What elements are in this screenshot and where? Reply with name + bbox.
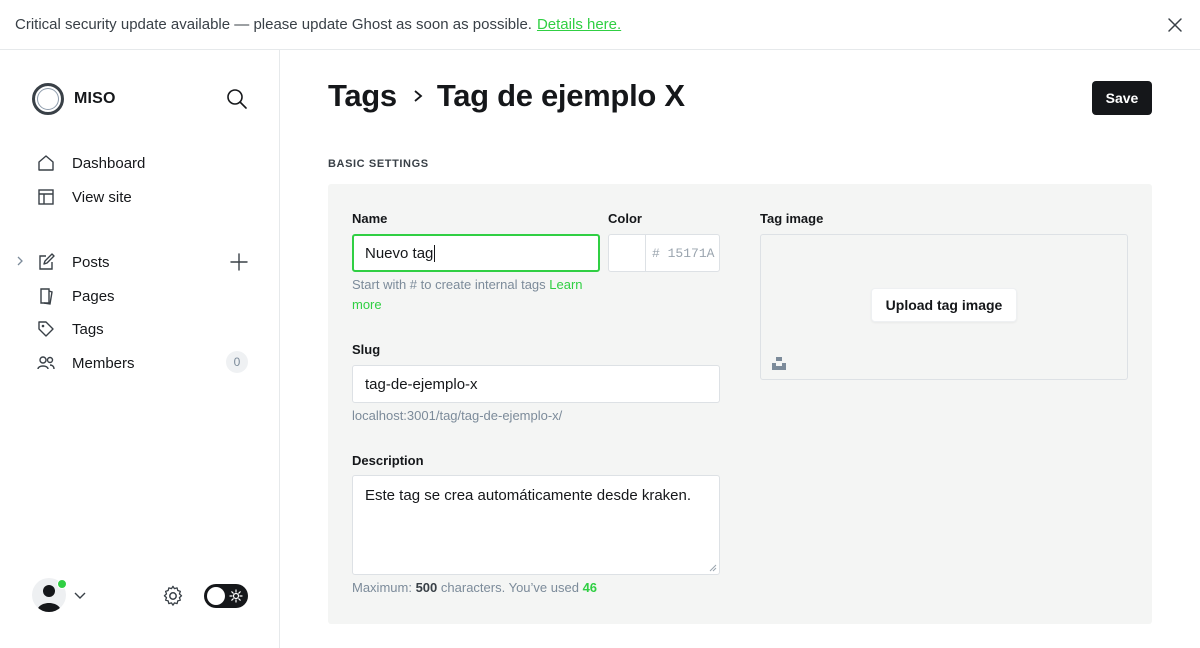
home-icon xyxy=(38,155,54,171)
update-banner: Critical security update available — ple… xyxy=(0,0,1200,50)
settings-panel: Name Nuevo tag Start with # to create in… xyxy=(328,184,1152,624)
color-input[interactable]: # 15171A xyxy=(645,234,720,272)
description-textarea[interactable]: Este tag se crea automáticamente desde k… xyxy=(352,475,720,575)
dark-mode-toggle[interactable] xyxy=(204,584,248,608)
slug-label: Slug xyxy=(352,342,381,357)
section-title: BASIC SETTINGS xyxy=(328,158,429,170)
description-label: Description xyxy=(352,453,424,468)
description-hint: Maximum: 500 characters. You’ve used 46 xyxy=(352,578,597,598)
layout-icon xyxy=(38,189,54,205)
sidebar-item-members[interactable]: Members xyxy=(36,351,135,375)
name-label: Name xyxy=(352,211,388,226)
unsplash-icon[interactable] xyxy=(772,356,786,370)
sidebar-item-label: Pages xyxy=(72,287,115,305)
color-hash: # xyxy=(652,245,660,261)
save-button[interactable]: Save xyxy=(1092,81,1152,115)
slug-input[interactable]: tag-de-ejemplo-x xyxy=(352,365,720,403)
main-content: Tags Tag de ejemplo X Save BASIC SETTING… xyxy=(280,50,1200,648)
page-title: Tag de ejemplo X xyxy=(436,78,685,113)
resize-handle-icon[interactable] xyxy=(709,564,717,572)
sidebar-item-dashboard[interactable]: Dashboard xyxy=(36,151,145,175)
members-count-badge: 0 xyxy=(226,351,248,373)
pen-icon xyxy=(39,253,55,270)
text-caret xyxy=(434,244,436,262)
plus-icon[interactable] xyxy=(229,252,249,272)
desc-used-count: 46 xyxy=(582,580,598,595)
online-status-dot xyxy=(57,579,67,589)
name-input-value: Nuevo tag xyxy=(365,244,434,262)
color-label: Color xyxy=(608,211,642,226)
breadcrumb-tags-link[interactable]: Tags xyxy=(328,78,397,114)
toggle-knob xyxy=(207,587,225,605)
search-icon[interactable] xyxy=(226,88,248,110)
banner-message: Critical security update available — ple… xyxy=(15,16,532,33)
desc-hint-mid: characters. You’ve used xyxy=(440,580,579,595)
sun-icon xyxy=(229,589,243,603)
sidebar-item-label: Members xyxy=(72,354,135,372)
description-value: Este tag se crea automáticamente desde k… xyxy=(365,487,692,504)
name-hint: Start with # to create internal tags Lea… xyxy=(352,275,612,315)
sidebar: MISO Dashboard View site Posts Pages Tag… xyxy=(0,50,280,648)
site-brand[interactable]: MISO xyxy=(32,83,116,115)
tag-icon xyxy=(38,321,54,337)
close-icon[interactable] xyxy=(1166,16,1184,34)
sidebar-item-label: Dashboard xyxy=(72,154,146,172)
site-logo xyxy=(32,83,64,115)
sidebar-item-label: Tags xyxy=(72,320,104,338)
site-name: MISO xyxy=(74,90,116,107)
chevron-down-icon[interactable] xyxy=(73,588,87,602)
chevron-right-icon[interactable] xyxy=(14,255,26,267)
gear-icon[interactable] xyxy=(161,584,185,608)
sidebar-item-label: Posts xyxy=(72,253,110,271)
sidebar-item-posts[interactable]: Posts xyxy=(36,250,110,274)
page-icon xyxy=(40,288,53,305)
sidebar-item-pages[interactable]: Pages xyxy=(36,284,115,308)
banner-details-link[interactable]: Details here. xyxy=(537,16,621,33)
color-placeholder: 15171A xyxy=(667,245,715,261)
sidebar-item-tags[interactable]: Tags xyxy=(36,317,104,341)
sidebar-item-view-site[interactable]: View site xyxy=(36,185,132,209)
slug-input-value: tag-de-ejemplo-x xyxy=(365,375,478,393)
upload-tag-image-button[interactable]: Upload tag image xyxy=(871,288,1017,322)
tag-image-label: Tag image xyxy=(760,211,824,226)
chevron-right-icon xyxy=(414,90,423,102)
name-input[interactable]: Nuevo tag xyxy=(352,234,600,272)
color-swatch[interactable] xyxy=(608,234,646,272)
slug-url: localhost:3001/tag/tag-de-ejemplo-x/ xyxy=(352,408,563,423)
desc-hint-prefix: Maximum: xyxy=(352,580,412,595)
breadcrumb: Tags Tag de ejemplo X xyxy=(328,78,685,114)
desc-max: 500 xyxy=(415,580,438,595)
members-icon xyxy=(37,356,55,370)
name-hint-text: Start with # to create internal tags xyxy=(352,277,546,292)
sidebar-item-label: View site xyxy=(72,188,132,206)
tag-image-dropzone[interactable]: Upload tag image xyxy=(760,234,1128,380)
